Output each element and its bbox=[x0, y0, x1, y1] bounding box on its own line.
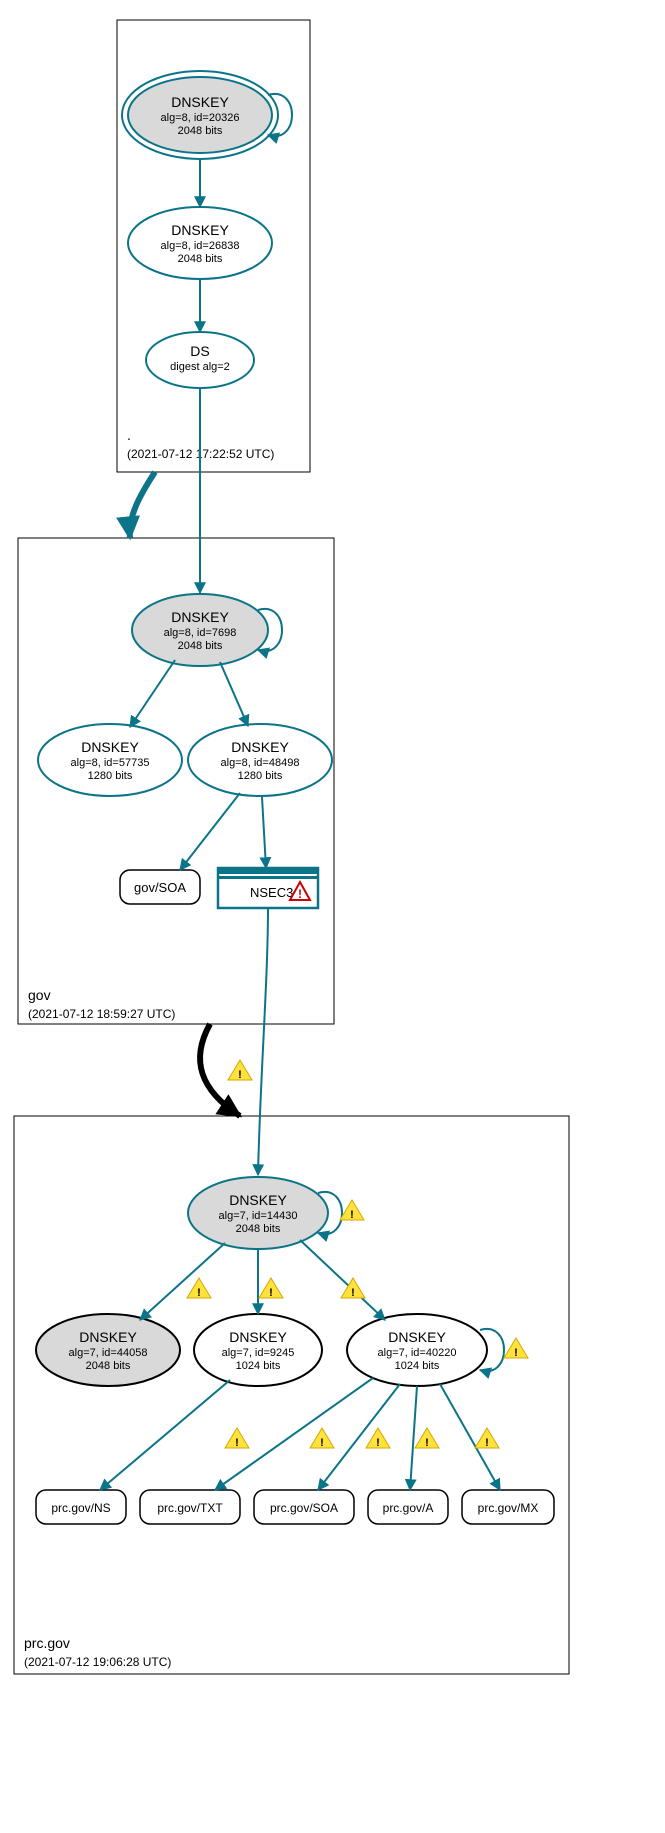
zone-root: . (2021-07-12 17:22:52 UTC) DNSKEY alg=8… bbox=[117, 20, 310, 472]
warning-icon: ! bbox=[228, 1060, 252, 1081]
zone-gov-timestamp: (2021-07-12 18:59:27 UTC) bbox=[28, 1007, 175, 1021]
node-gov-ksk: DNSKEY alg=8, id=7698 2048 bits bbox=[132, 594, 268, 666]
edge-gov-ksk-zsk1 bbox=[130, 660, 175, 727]
svg-text:alg=8, id=20326: alg=8, id=20326 bbox=[161, 112, 240, 124]
svg-text:prc.gov/NS: prc.gov/NS bbox=[51, 1501, 110, 1515]
svg-text:!: ! bbox=[351, 1287, 355, 1299]
node-gov-nsec3: NSEC3 ! bbox=[218, 868, 318, 908]
warning-icon: ! bbox=[340, 1200, 364, 1221]
svg-text:!: ! bbox=[376, 1437, 380, 1449]
svg-text:alg=8, id=26838: alg=8, id=26838 bbox=[161, 240, 240, 252]
node-prc-txt: prc.gov/TXT bbox=[140, 1490, 240, 1524]
node-prc-ns: prc.gov/NS bbox=[36, 1490, 126, 1524]
dnssec-graph: . (2021-07-12 17:22:52 UTC) DNSKEY alg=8… bbox=[0, 0, 665, 1833]
node-prc-a: prc.gov/A bbox=[368, 1490, 448, 1524]
svg-text:prc.gov/MX: prc.gov/MX bbox=[478, 1501, 539, 1515]
svg-text:DNSKEY: DNSKEY bbox=[229, 1192, 287, 1208]
svg-text:DNSKEY: DNSKEY bbox=[81, 739, 139, 755]
svg-text:!: ! bbox=[514, 1347, 518, 1359]
edge-gov-zsk2-soa bbox=[180, 793, 240, 870]
svg-text:!: ! bbox=[235, 1437, 239, 1449]
edge-nsec3-to-prc-ksk bbox=[258, 908, 268, 1175]
zone-prcgov-name: prc.gov bbox=[24, 1635, 70, 1651]
edge-prc-k4-a bbox=[410, 1386, 417, 1490]
zone-gov-name: gov bbox=[28, 987, 51, 1003]
svg-text:DNSKEY: DNSKEY bbox=[388, 1329, 446, 1345]
svg-text:!: ! bbox=[350, 1209, 354, 1221]
svg-text:!: ! bbox=[320, 1437, 324, 1449]
svg-text:1024 bits: 1024 bits bbox=[236, 1360, 281, 1372]
svg-text:DNSKEY: DNSKEY bbox=[171, 609, 229, 625]
svg-text:1280 bits: 1280 bits bbox=[238, 770, 283, 782]
svg-text:alg=7, id=40220: alg=7, id=40220 bbox=[378, 1347, 457, 1359]
edge-root-to-gov-zone bbox=[130, 472, 155, 538]
svg-text:!: ! bbox=[425, 1437, 429, 1449]
svg-text:alg=8, id=57735: alg=8, id=57735 bbox=[71, 757, 150, 769]
zone-gov: gov (2021-07-12 18:59:27 UTC) DNSKEY alg… bbox=[18, 388, 334, 1024]
svg-text:prc.gov/A: prc.gov/A bbox=[383, 1501, 434, 1515]
svg-text:prc.gov/SOA: prc.gov/SOA bbox=[270, 1501, 338, 1515]
zone-root-name: . bbox=[127, 427, 131, 443]
node-gov-zsk1: DNSKEY alg=8, id=57735 1280 bits bbox=[38, 724, 182, 796]
node-prc-key-9245: DNSKEY alg=7, id=9245 1024 bits bbox=[194, 1314, 322, 1386]
svg-text:2048 bits: 2048 bits bbox=[86, 1360, 131, 1372]
node-root-zsk: DNSKEY alg=8, id=26838 2048 bits bbox=[128, 207, 272, 279]
node-prc-key-44058: DNSKEY alg=7, id=44058 2048 bits bbox=[36, 1314, 180, 1386]
edge-prc-ksk-k2 bbox=[140, 1243, 225, 1320]
warning-icon: ! bbox=[475, 1428, 499, 1449]
edge-gov-ksk-zsk2 bbox=[220, 662, 248, 726]
svg-text:2048 bits: 2048 bits bbox=[178, 253, 223, 265]
node-root-ds: DS digest alg=2 bbox=[146, 332, 254, 388]
node-prc-mx: prc.gov/MX bbox=[462, 1490, 554, 1524]
warning-icon: ! bbox=[504, 1338, 528, 1359]
warning-icon: ! bbox=[259, 1278, 283, 1299]
warning-icon: ! bbox=[310, 1428, 334, 1449]
svg-text:DNSKEY: DNSKEY bbox=[79, 1329, 137, 1345]
svg-text:gov/SOA: gov/SOA bbox=[134, 880, 186, 895]
svg-text:alg=8, id=48498: alg=8, id=48498 bbox=[221, 757, 300, 769]
edge-prc-k3-ns bbox=[100, 1380, 230, 1490]
edge-prc-k4-soa bbox=[318, 1384, 400, 1490]
svg-text:!: ! bbox=[485, 1437, 489, 1449]
svg-text:NSEC3: NSEC3 bbox=[250, 885, 293, 900]
warning-icon: ! bbox=[225, 1428, 249, 1449]
node-prc-key-40220: DNSKEY alg=7, id=40220 1024 bits bbox=[347, 1314, 487, 1386]
node-gov-soa: gov/SOA bbox=[120, 870, 200, 904]
edge-prc-ksk-k4 bbox=[300, 1240, 385, 1320]
svg-text:alg=7, id=44058: alg=7, id=44058 bbox=[69, 1347, 148, 1359]
node-gov-zsk2: DNSKEY alg=8, id=48498 1280 bits bbox=[188, 724, 332, 796]
warning-icon: ! bbox=[415, 1428, 439, 1449]
svg-text:DS: DS bbox=[190, 343, 209, 359]
node-root-ksk: DNSKEY alg=8, id=20326 2048 bits bbox=[122, 71, 278, 159]
svg-text:DNSKEY: DNSKEY bbox=[171, 94, 229, 110]
svg-text:DNSKEY: DNSKEY bbox=[229, 1329, 287, 1345]
svg-text:!: ! bbox=[238, 1069, 242, 1081]
svg-text:1280 bits: 1280 bits bbox=[88, 770, 133, 782]
svg-text:alg=7, id=9245: alg=7, id=9245 bbox=[222, 1347, 295, 1359]
svg-text:!: ! bbox=[298, 887, 302, 901]
svg-text:digest alg=2: digest alg=2 bbox=[170, 361, 230, 373]
svg-text:2048 bits: 2048 bits bbox=[178, 640, 223, 652]
node-prc-soa: prc.gov/SOA bbox=[254, 1490, 354, 1524]
svg-text:DNSKEY: DNSKEY bbox=[231, 739, 289, 755]
node-prc-ksk: DNSKEY alg=7, id=14430 2048 bits bbox=[188, 1177, 328, 1249]
svg-text:1024 bits: 1024 bits bbox=[395, 1360, 440, 1372]
svg-text:2048 bits: 2048 bits bbox=[178, 125, 223, 137]
warning-icon: ! bbox=[187, 1278, 211, 1299]
svg-text:!: ! bbox=[197, 1287, 201, 1299]
warning-icon: ! bbox=[366, 1428, 390, 1449]
edge-gov-zsk2-nsec3 bbox=[262, 797, 266, 868]
svg-text:prc.gov/TXT: prc.gov/TXT bbox=[157, 1501, 223, 1515]
zone-prcgov-timestamp: (2021-07-12 19:06:28 UTC) bbox=[24, 1655, 171, 1669]
svg-text:alg=7, id=14430: alg=7, id=14430 bbox=[219, 1210, 298, 1222]
svg-text:alg=8, id=7698: alg=8, id=7698 bbox=[164, 627, 237, 639]
svg-text:2048 bits: 2048 bits bbox=[236, 1223, 281, 1235]
svg-text:DNSKEY: DNSKEY bbox=[171, 222, 229, 238]
svg-text:!: ! bbox=[269, 1287, 273, 1299]
zone-prcgov: prc.gov (2021-07-12 19:06:28 UTC) ! DNSK… bbox=[14, 908, 569, 1674]
